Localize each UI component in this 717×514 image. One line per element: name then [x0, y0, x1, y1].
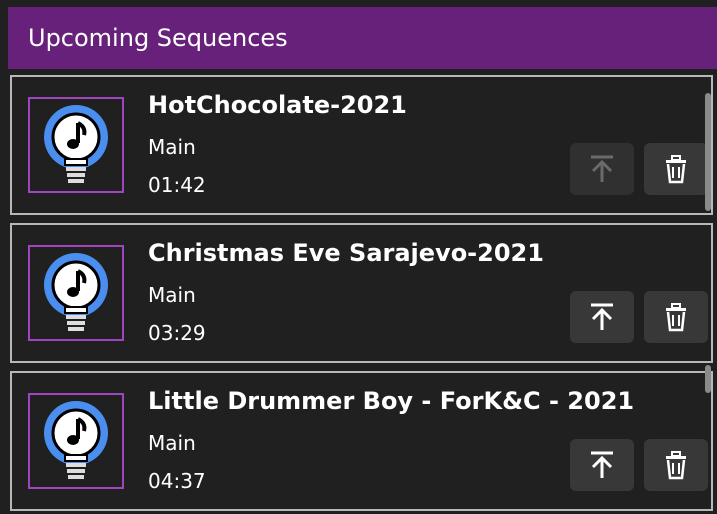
- arrow-up-to-line-icon: [591, 155, 613, 182]
- trash-icon: [666, 303, 686, 332]
- sequence-title: Christmas Eve Sarajevo-2021: [148, 239, 544, 267]
- delete-button[interactable]: [644, 143, 708, 195]
- sequence-title: HotChocolate-2021: [148, 91, 407, 119]
- bulb-note-icon: [44, 401, 108, 479]
- scrollbar-thumb[interactable]: [705, 93, 711, 211]
- upcoming-sequences-header: Upcoming Sequences: [8, 7, 717, 69]
- sequence-card[interactable]: Little Drummer Boy - ForK&C - 2021 Main …: [10, 371, 713, 511]
- sequence-playlist: Main: [148, 135, 196, 159]
- move-to-top-button[interactable]: [570, 143, 634, 195]
- sequence-playlist: Main: [148, 283, 196, 307]
- arrow-up-to-line-icon: [591, 451, 613, 478]
- delete-button[interactable]: [644, 439, 708, 491]
- sequence-playlist: Main: [148, 431, 196, 455]
- sequence-list[interactable]: HotChocolate-2021 Main 01:42 Christmas E…: [8, 69, 717, 514]
- sequence-duration: 04:37: [148, 469, 206, 493]
- arrow-up-to-line-icon: [591, 303, 613, 330]
- trash-icon: [666, 451, 686, 480]
- sequence-duration: 01:42: [148, 173, 206, 197]
- sequence-card[interactable]: Christmas Eve Sarajevo-2021 Main 03:29: [10, 223, 713, 363]
- scrollbar-thumb-lower[interactable]: [705, 365, 711, 393]
- trash-icon: [666, 155, 686, 184]
- delete-button[interactable]: [644, 291, 708, 343]
- header-title: Upcoming Sequences: [28, 24, 288, 52]
- sequence-thumbnail: [28, 393, 124, 489]
- sequence-duration: 03:29: [148, 321, 206, 345]
- sequence-thumbnail: [28, 97, 124, 193]
- bulb-note-icon: [44, 253, 108, 331]
- sequence-thumbnail: [28, 245, 124, 341]
- move-to-top-button[interactable]: [570, 439, 634, 491]
- move-to-top-button[interactable]: [570, 291, 634, 343]
- bulb-note-icon: [44, 105, 108, 183]
- sequence-card[interactable]: HotChocolate-2021 Main 01:42: [10, 75, 713, 215]
- sequence-title: Little Drummer Boy - ForK&C - 2021: [148, 387, 635, 415]
